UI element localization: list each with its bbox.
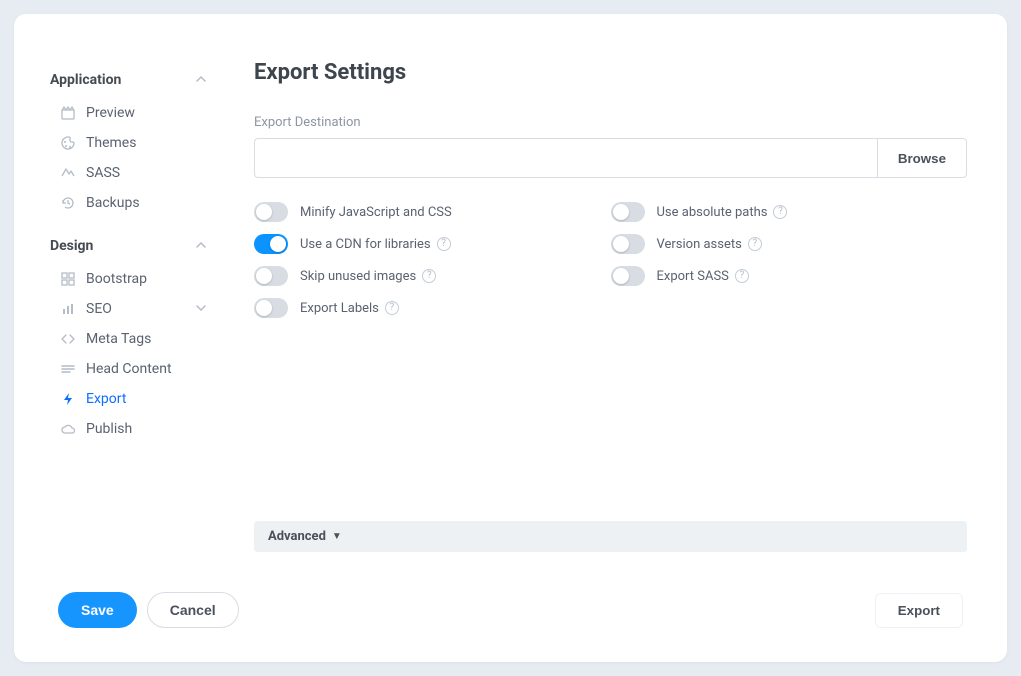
sidebar-item-label: SEO [86, 301, 112, 317]
sidebar-item-label: Publish [86, 421, 132, 437]
toggle-version-assets[interactable] [611, 234, 645, 254]
sidebar-item-themes[interactable]: Themes [44, 128, 216, 158]
sidebar-section-design[interactable]: Design [44, 228, 216, 264]
export-options: Minify JavaScript and CSS Use absolute p… [254, 202, 967, 318]
page-title: Export Settings [254, 60, 967, 85]
palette-icon [60, 135, 76, 151]
export-destination-input[interactable] [254, 138, 877, 178]
toggle-export-sass[interactable] [611, 266, 645, 286]
help-icon[interactable]: ? [748, 237, 762, 251]
toggle-minify[interactable] [254, 202, 288, 222]
sidebar-item-backups[interactable]: Backups [44, 188, 216, 218]
browse-button[interactable]: Browse [877, 138, 967, 178]
toggle-label: Minify JavaScript and CSS [300, 205, 452, 220]
history-icon [60, 195, 76, 211]
save-button[interactable]: Save [58, 592, 137, 628]
sidebar-item-publish[interactable]: Publish [44, 414, 216, 444]
toggle-export-labels[interactable] [254, 298, 288, 318]
cancel-button[interactable]: Cancel [147, 592, 239, 628]
sidebar-item-preview[interactable]: Preview [44, 98, 216, 128]
toggle-label: Use a CDN for libraries [300, 237, 431, 252]
help-icon[interactable]: ? [735, 269, 749, 283]
chevron-down-icon [196, 301, 206, 317]
sidebar-item-label: Themes [86, 135, 136, 151]
bar-chart-icon [60, 301, 76, 317]
export-button[interactable]: Export [875, 593, 963, 628]
sidebar-section-application[interactable]: Application [44, 62, 216, 98]
help-icon[interactable]: ? [773, 205, 787, 219]
sidebar-section-label: Application [50, 72, 121, 88]
code-icon [60, 331, 76, 347]
sidebar-section-label: Design [50, 238, 93, 254]
sidebar-item-sass[interactable]: SASS [44, 158, 216, 188]
chevron-up-icon [196, 72, 206, 88]
sidebar-item-seo[interactable]: SEO [44, 294, 216, 324]
toggle-skip-images[interactable] [254, 266, 288, 286]
toggle-label: Skip unused images [300, 269, 416, 284]
main-content: Export Settings Export Destination Brows… [224, 14, 1007, 662]
help-icon[interactable]: ? [422, 269, 436, 283]
help-icon[interactable]: ? [437, 237, 451, 251]
sass-icon [60, 165, 76, 181]
sidebar-item-meta-tags[interactable]: Meta Tags [44, 324, 216, 354]
help-icon[interactable]: ? [385, 301, 399, 315]
footer: Save Cancel Export [14, 572, 1007, 662]
export-destination-label: Export Destination [254, 115, 967, 130]
toggle-label: Use absolute paths [657, 205, 768, 220]
toggle-label: Export Labels [300, 301, 379, 316]
sidebar-item-head-content[interactable]: Head Content [44, 354, 216, 384]
sidebar-item-label: Bootstrap [86, 271, 147, 287]
sidebar-item-label: Export [86, 391, 126, 407]
toggle-label: Version assets [657, 237, 742, 252]
advanced-toggle[interactable]: Advanced ▼ [254, 521, 967, 552]
sidebar-item-label: Preview [86, 105, 135, 121]
cloud-icon [60, 421, 76, 437]
sidebar-item-label: Backups [86, 195, 140, 211]
toggle-absolute-paths[interactable] [611, 202, 645, 222]
sidebar-item-label: SASS [86, 165, 120, 181]
sidebar: Application Preview Themes SASS [14, 14, 224, 662]
sidebar-item-export[interactable]: Export [44, 384, 216, 414]
caret-down-icon: ▼ [332, 531, 342, 542]
sidebar-item-bootstrap[interactable]: Bootstrap [44, 264, 216, 294]
advanced-label: Advanced [268, 529, 326, 544]
chevron-up-icon [196, 238, 206, 254]
sidebar-item-label: Head Content [86, 361, 172, 377]
toggle-label: Export SASS [657, 269, 729, 284]
grid-icon [60, 271, 76, 287]
toggle-cdn[interactable] [254, 234, 288, 254]
lines-icon [60, 361, 76, 377]
sidebar-item-label: Meta Tags [86, 331, 151, 347]
bolt-icon [60, 391, 76, 407]
clapperboard-icon [60, 105, 76, 121]
